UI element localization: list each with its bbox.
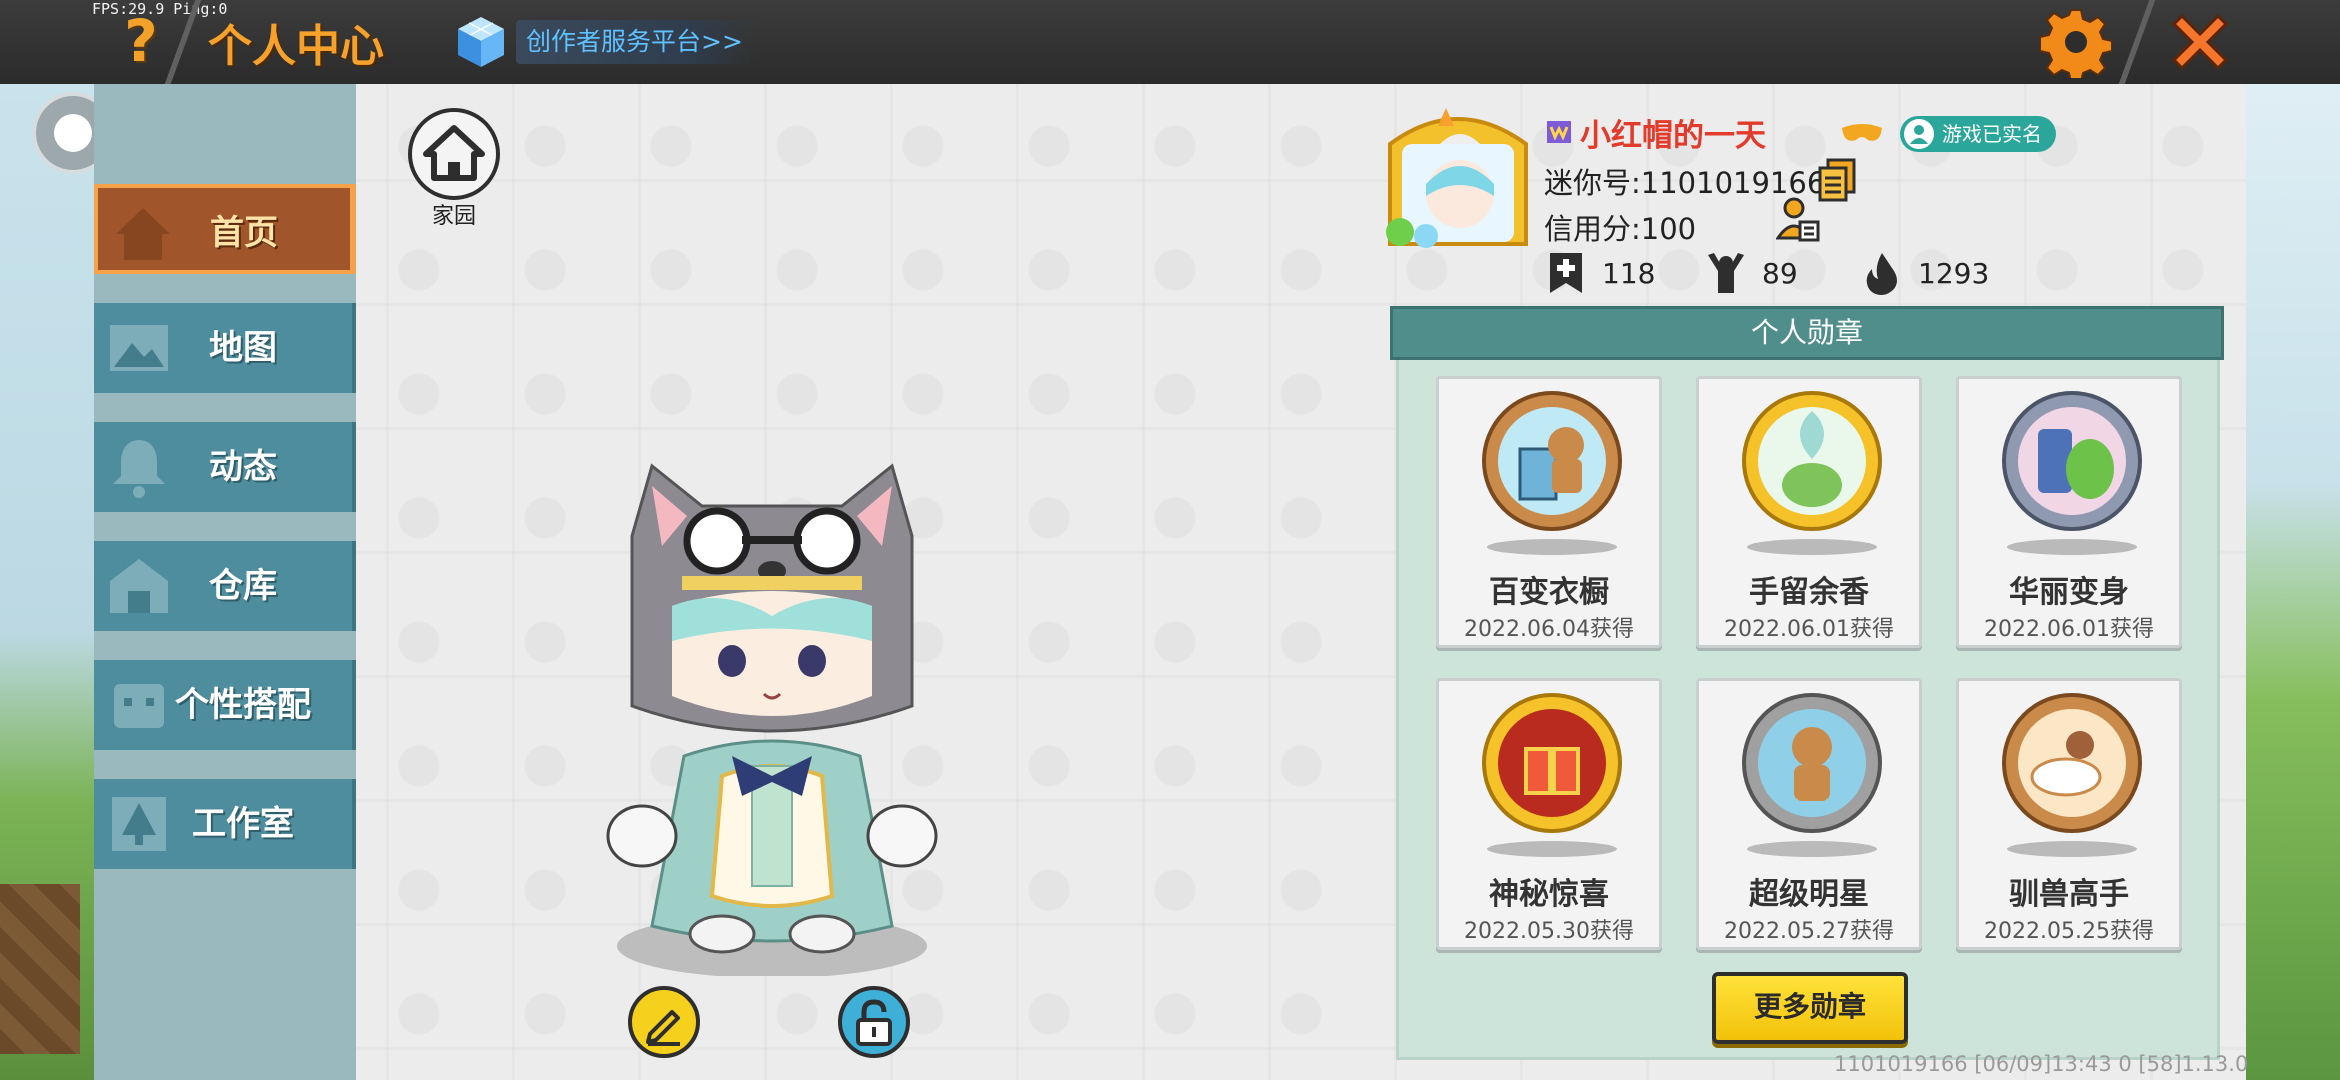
realname-badge: 游戏已实名 [1900, 116, 2056, 152]
edit-outfit-button[interactable] [628, 986, 700, 1058]
flame-icon [1866, 253, 1897, 295]
medal-shadow [1487, 539, 1617, 555]
creator-platform-label: 创作者服务平台>> [516, 20, 757, 64]
sidebar-item-studio[interactable]: 工作室 [94, 779, 356, 869]
verified-user-icon [1904, 119, 1934, 149]
wardrobe-medal-icon [1482, 391, 1622, 531]
badge-card[interactable]: 超级明星 2022.05.27获得 [1696, 678, 1922, 950]
surprise-medal-icon [1482, 693, 1622, 833]
add-friend-icon [1775, 197, 1820, 242]
badge-name: 神秘惊喜 [1489, 877, 1609, 912]
medal-shadow [1487, 841, 1617, 857]
page-title: 个人中心 [208, 21, 384, 72]
player-avatar[interactable] [592, 456, 952, 978]
cheering-person-icon [1708, 253, 1744, 293]
transform-medal-icon [2002, 391, 2142, 531]
badge-name: 华丽变身 [2009, 575, 2129, 610]
help-button[interactable]: ? [112, 6, 170, 76]
divider [2118, 0, 2156, 84]
add-friend-button[interactable] [1775, 196, 1820, 242]
lock-icon [856, 999, 892, 1046]
sidebar-item-label: 个性搭配 [175, 685, 311, 725]
badge-card[interactable]: 手留余香 2022.06.01获得 [1696, 376, 1922, 648]
badge-date: 2022.05.25获得 [1984, 919, 2154, 944]
sidebar-item-activity[interactable]: 动态 [94, 422, 356, 512]
close-button[interactable] [2162, 4, 2238, 80]
background-block [0, 884, 80, 1054]
badge-name: 百变衣橱 [1489, 575, 1609, 610]
stat-add-value: 118 [1602, 256, 1656, 290]
stat-heat: 1293 [1860, 250, 1989, 296]
badge-name: 手留余香 [1749, 575, 1869, 610]
medal-shadow [1747, 841, 1877, 857]
vip-badge-icon [1544, 117, 1574, 147]
medal-shadow [1747, 539, 1877, 555]
badge-date: 2022.06.01获得 [1724, 617, 1894, 642]
stat-fans: 89 [1704, 250, 1798, 296]
badge-card[interactable]: 神秘惊喜 2022.05.30获得 [1436, 678, 1662, 950]
background-scene-left [0, 84, 94, 1080]
tamer-medal-icon [2002, 693, 2142, 833]
nickname: 小红帽的一天 [1580, 117, 1766, 154]
badge-date: 2022.05.30获得 [1464, 919, 1634, 944]
badge-name: 超级明星 [1749, 877, 1869, 912]
badge-date: 2022.05.27获得 [1724, 919, 1894, 944]
sidebar-item-warehouse[interactable]: 仓库 [94, 541, 356, 631]
copy-icon [1818, 158, 1856, 202]
badge-name: 驯兽高手 [2009, 877, 2129, 912]
copy-id-button[interactable] [1818, 158, 1856, 202]
house-icon [423, 125, 485, 181]
medal-shadow [2007, 539, 2137, 555]
medal-shadow [2007, 841, 2137, 857]
background-scene-right [2246, 84, 2340, 1080]
sidebar-item-map[interactable]: 地图 [94, 303, 356, 393]
sidebar: 首页 地图 动态 仓库 个性搭配 工作室 [94, 84, 356, 1080]
nickname-row: 小红帽的一天 [1544, 112, 1766, 154]
stat-heat-value: 1293 [1918, 256, 1990, 290]
sidebar-item-label: 地图 [209, 328, 277, 368]
sidebar-item-home[interactable]: 首页 [94, 184, 356, 274]
cube-icon [456, 15, 506, 69]
badge-section-header: 个人勋章 [1390, 306, 2224, 360]
sidebar-item-label: 工作室 [192, 804, 294, 844]
sidebar-item-label: 首页 [210, 213, 278, 253]
badge-date: 2022.06.01获得 [1984, 617, 2154, 642]
top-bar: FPS:29.9 Ping:0 ? 个人中心 创作者服务平台>> [0, 0, 2340, 84]
pencil-icon [646, 1010, 680, 1046]
sidebar-item-outfit[interactable]: 个性搭配 [94, 660, 356, 750]
version-info: 1101019166 [06/09]13:43 0 [58]1.13.0 [1834, 1052, 2249, 1076]
profile-avatar[interactable] [1380, 104, 1536, 254]
bookmark-plus-icon [1550, 253, 1582, 293]
close-x-icon [2171, 13, 2229, 71]
stat-fans-value: 89 [1762, 256, 1798, 290]
home-label: 家园 [431, 204, 476, 229]
credit-score: 信用分:100 [1544, 212, 1697, 246]
badge-card[interactable]: 驯兽高手 2022.05.25获得 [1956, 678, 2182, 950]
realname-label: 游戏已实名 [1942, 122, 2042, 146]
badge-date: 2022.06.04获得 [1464, 617, 1634, 642]
lock-button[interactable] [838, 986, 910, 1058]
stat-add: 118 [1544, 250, 1655, 296]
more-badges-button[interactable]: 更多勋章 [1712, 972, 1908, 1044]
fragrance-medal-icon [1742, 391, 1882, 531]
mask-icon [1840, 120, 1884, 148]
badge-card[interactable]: 华丽变身 2022.06.01获得 [1956, 376, 2182, 648]
sidebar-item-label: 动态 [209, 447, 277, 487]
creator-platform-link[interactable]: 创作者服务平台>> [456, 14, 757, 70]
badge-card[interactable]: 百变衣橱 2022.06.04获得 [1436, 376, 1662, 648]
gear-icon [2039, 9, 2113, 83]
superstar-medal-icon [1742, 693, 1882, 833]
settings-button[interactable] [2039, 6, 2113, 83]
home-button[interactable] [408, 108, 500, 200]
sidebar-item-label: 仓库 [209, 566, 277, 606]
